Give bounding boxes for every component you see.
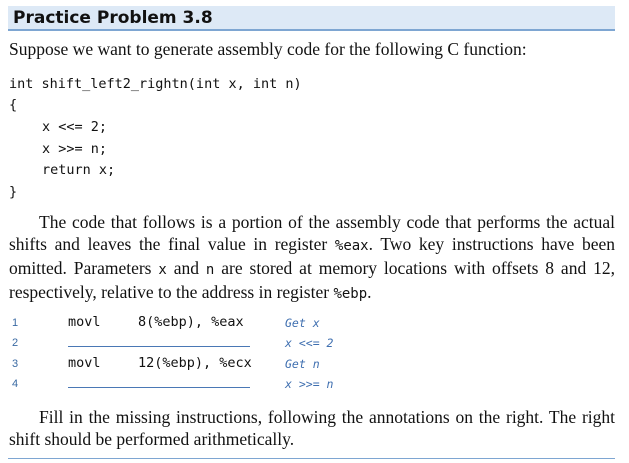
- line-number: 1: [12, 317, 19, 329]
- blank-opcode-line: [68, 387, 146, 388]
- register-ebp: %ebp: [333, 286, 368, 302]
- asm-operands: 8(%ebp), %eax: [138, 314, 244, 330]
- description-paragraph: The code that follows is a portion of th…: [9, 211, 615, 305]
- asm-opcode: movl: [68, 314, 101, 330]
- asm-comment: Get n: [285, 357, 320, 371]
- register-eax: %eax: [334, 238, 369, 254]
- line-number: 4: [12, 378, 19, 390]
- c-code-line-1: int shift_left2_rightn(int x, int n): [9, 76, 302, 92]
- asm-comment: Get x: [285, 316, 320, 330]
- c-code-line-3: x <<= 2;: [42, 119, 108, 135]
- closing-text: Fill in the missing instructions, follow…: [9, 407, 615, 449]
- blank-operands-line: [138, 346, 250, 347]
- c-code-line-4: x >>= n;: [42, 141, 108, 157]
- asm-operands: 12(%ebp), %ecx: [138, 355, 252, 371]
- description-text-3: and: [166, 258, 206, 278]
- description-text-5: .: [367, 282, 372, 302]
- problem-title: Practice Problem 3.8: [8, 6, 615, 31]
- asm-opcode: movl: [68, 355, 101, 371]
- blank-operands-line: [138, 387, 250, 388]
- c-code-line-5: return x;: [42, 162, 116, 178]
- param-x: x: [158, 262, 167, 278]
- line-number: 2: [12, 337, 19, 349]
- blank-opcode-line: [68, 346, 146, 347]
- line-number: 3: [12, 358, 19, 370]
- asm-comment: x <<= 2: [285, 336, 334, 350]
- intro-text: Suppose we want to generate assembly cod…: [9, 39, 527, 59]
- asm-comment: x >>= n: [285, 377, 334, 391]
- c-code-line-2: {: [9, 97, 18, 113]
- bottom-divider: [8, 458, 615, 459]
- c-code-line-6: }: [9, 184, 18, 200]
- closing-paragraph: Fill in the missing instructions, follow…: [9, 406, 615, 450]
